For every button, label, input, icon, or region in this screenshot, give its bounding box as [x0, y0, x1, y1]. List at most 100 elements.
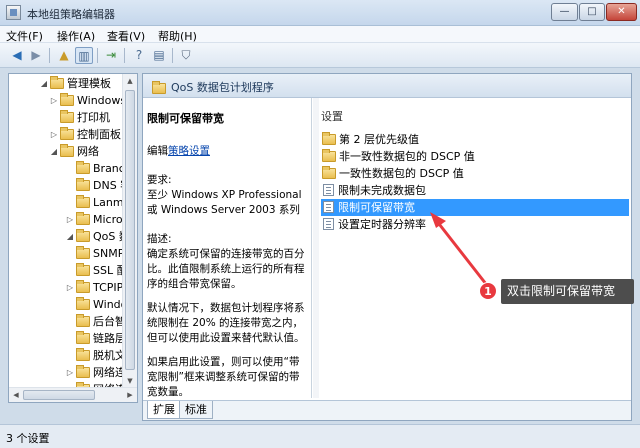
details-header-title: QoS 数据包计划程序	[171, 81, 274, 94]
setting-icon	[323, 201, 334, 213]
back-arrow-icon[interactable]: ◀	[8, 47, 26, 64]
title-bar: 本地组策略编辑器 — □ ✕	[0, 0, 640, 26]
tree-item-label: SNMP	[93, 247, 125, 260]
tree-item[interactable]: Branc	[65, 160, 125, 177]
tree-item[interactable]: 链路层	[65, 330, 126, 347]
folder-icon	[76, 297, 90, 310]
folder-icon	[76, 195, 90, 208]
folder-icon	[50, 76, 64, 89]
edit-policy-link[interactable]: 策略设置	[168, 145, 210, 157]
details-pane: QoS 数据包计划程序 限制可保留带宽 编辑策略设置 要求: 至少 Window…	[142, 73, 632, 421]
tree-item[interactable]: ▷ Micro	[65, 211, 123, 228]
tree-item[interactable]: ◢ 网络	[49, 143, 99, 160]
menu-file[interactable]: 文件(F)	[6, 28, 43, 44]
folder-icon	[60, 110, 74, 123]
tree-item[interactable]: SSL 配	[65, 262, 128, 279]
help-icon[interactable]: ?	[130, 47, 148, 64]
scroll-down-icon[interactable]: ▼	[123, 374, 137, 388]
enabled-text: 如果启用此设置，则可以使用“带宽限制”框来调整系统可保留的带宽数量。	[147, 356, 300, 398]
setting-icon	[323, 218, 334, 230]
folder-icon	[322, 149, 336, 162]
tree-item[interactable]: 打印机	[49, 109, 110, 126]
expand-arrow-icon[interactable]: ◢	[49, 143, 59, 160]
tree-item[interactable]: ▷ TCPIP	[65, 279, 123, 296]
folder-icon	[322, 166, 336, 179]
toolbar: ◀ ▶ ▲ ▥ ⇥ ? ▤ ⛉	[0, 43, 640, 68]
tree-horizontal-scrollbar[interactable]: ◀ ▶	[9, 387, 137, 402]
folder-icon	[76, 314, 90, 327]
list-item-label: 限制可保留带宽	[338, 201, 415, 214]
list-item-label: 非一致性数据包的 DSCP 值	[339, 150, 475, 163]
tree-item[interactable]: ◢ 管理模板	[39, 75, 111, 92]
menu-bar: 文件(F) 操作(A) 查看(V) 帮助(H)	[0, 26, 640, 43]
list-item-selected[interactable]: 限制可保留带宽	[321, 199, 629, 216]
tree-item[interactable]: Lanma	[65, 194, 130, 211]
view-tabs: 扩展 标准	[143, 400, 631, 420]
list-item[interactable]: 限制未完成数据包	[321, 182, 629, 199]
tree-item-label: 管理模板	[67, 77, 111, 90]
tab-extended[interactable]: 扩展	[147, 401, 181, 419]
tree-item[interactable]: Windo	[65, 296, 127, 313]
default-text: 默认情况下，数据包计划程序将系统限制在 20% 的连接带宽之内，但可以使用此设置…	[147, 302, 305, 344]
tree-item[interactable]: 脱机文	[65, 347, 126, 364]
details-header: QoS 数据包计划程序	[143, 74, 631, 98]
window-title: 本地组策略编辑器	[27, 8, 115, 21]
up-folder-icon[interactable]: ▲	[55, 47, 73, 64]
expand-arrow-icon[interactable]: ▷	[49, 126, 59, 143]
folder-icon	[76, 365, 90, 378]
scroll-thumb[interactable]	[23, 390, 95, 400]
folder-icon	[76, 331, 90, 344]
folder-icon	[76, 161, 90, 174]
folder-icon	[76, 263, 90, 276]
folder-icon	[60, 93, 74, 106]
tab-standard[interactable]: 标准	[179, 401, 213, 419]
close-button[interactable]: ✕	[606, 3, 637, 21]
expand-arrow-icon[interactable]: ◢	[65, 228, 75, 245]
folder-icon	[152, 81, 166, 94]
minimize-button[interactable]: —	[551, 3, 578, 21]
tree-item[interactable]: ▷ Windows	[49, 92, 126, 109]
list-item-label: 第 2 层优先级值	[339, 133, 419, 146]
expand-arrow-icon[interactable]: ◢	[39, 75, 49, 92]
description-scrollbar[interactable]	[313, 98, 319, 398]
setting-icon	[323, 184, 334, 196]
list-item[interactable]: 第 2 层优先级值	[321, 131, 629, 148]
menu-view[interactable]: 查看(V)	[107, 28, 145, 44]
expand-arrow-icon[interactable]: ▷	[49, 92, 59, 109]
folder-icon	[60, 144, 74, 157]
tree-item[interactable]: ▷ 控制面板	[49, 126, 121, 143]
show-hide-tree-icon[interactable]: ▥	[75, 47, 93, 64]
properties-icon[interactable]: ▤	[150, 47, 168, 64]
menu-help[interactable]: 帮助(H)	[158, 28, 197, 44]
list-item[interactable]: 设置定时器分辨率	[321, 216, 629, 233]
tree-item[interactable]: SNMP	[65, 245, 124, 262]
filter-icon[interactable]: ⛉	[177, 47, 195, 64]
tree-item[interactable]: ▷ 网络连	[65, 364, 126, 381]
tree-vertical-scrollbar[interactable]: ▲ ▼	[122, 74, 137, 388]
tree-item-label: TCPIP	[93, 281, 124, 294]
export-list-icon[interactable]: ⇥	[102, 47, 120, 64]
maximize-button[interactable]: □	[579, 3, 605, 21]
navigation-tree[interactable]: ◢ 管理模板 ▷ Windows 打印机 ▷ 控制面板 ◢ 网络 Branc DNS 客…	[8, 73, 138, 403]
folder-icon	[76, 229, 90, 242]
tree-item-label: 控制面板	[77, 128, 121, 141]
toolbar-separator	[172, 48, 173, 63]
menu-action[interactable]: 操作(A)	[57, 28, 95, 44]
scroll-left-icon[interactable]: ◀	[9, 388, 23, 402]
scroll-right-icon[interactable]: ▶	[123, 388, 137, 402]
tree-item-label: Branc	[93, 162, 125, 175]
expand-arrow-icon[interactable]: ▷	[65, 364, 75, 381]
expand-arrow-icon[interactable]: ▷	[65, 211, 75, 228]
list-item[interactable]: 一致性数据包的 DSCP 值	[321, 165, 629, 182]
list-item[interactable]: 非一致性数据包的 DSCP 值	[321, 148, 629, 165]
requirements-label: 要求:	[147, 174, 172, 186]
tree-item-qos[interactable]: ◢ QoS 数	[65, 228, 130, 245]
settings-column-header[interactable]: 设置	[321, 108, 343, 124]
settings-list: 设置 第 2 层优先级值 非一致性数据包的 DSCP 值 一致性数据包的 DSC…	[321, 98, 629, 398]
scroll-thumb[interactable]	[125, 90, 135, 370]
scroll-up-icon[interactable]: ▲	[123, 74, 137, 88]
expand-arrow-icon[interactable]: ▷	[65, 279, 75, 296]
tree-item[interactable]: 后台智	[65, 313, 126, 330]
forward-arrow-icon[interactable]: ▶	[27, 47, 45, 64]
pane-splitter[interactable]	[311, 98, 312, 398]
